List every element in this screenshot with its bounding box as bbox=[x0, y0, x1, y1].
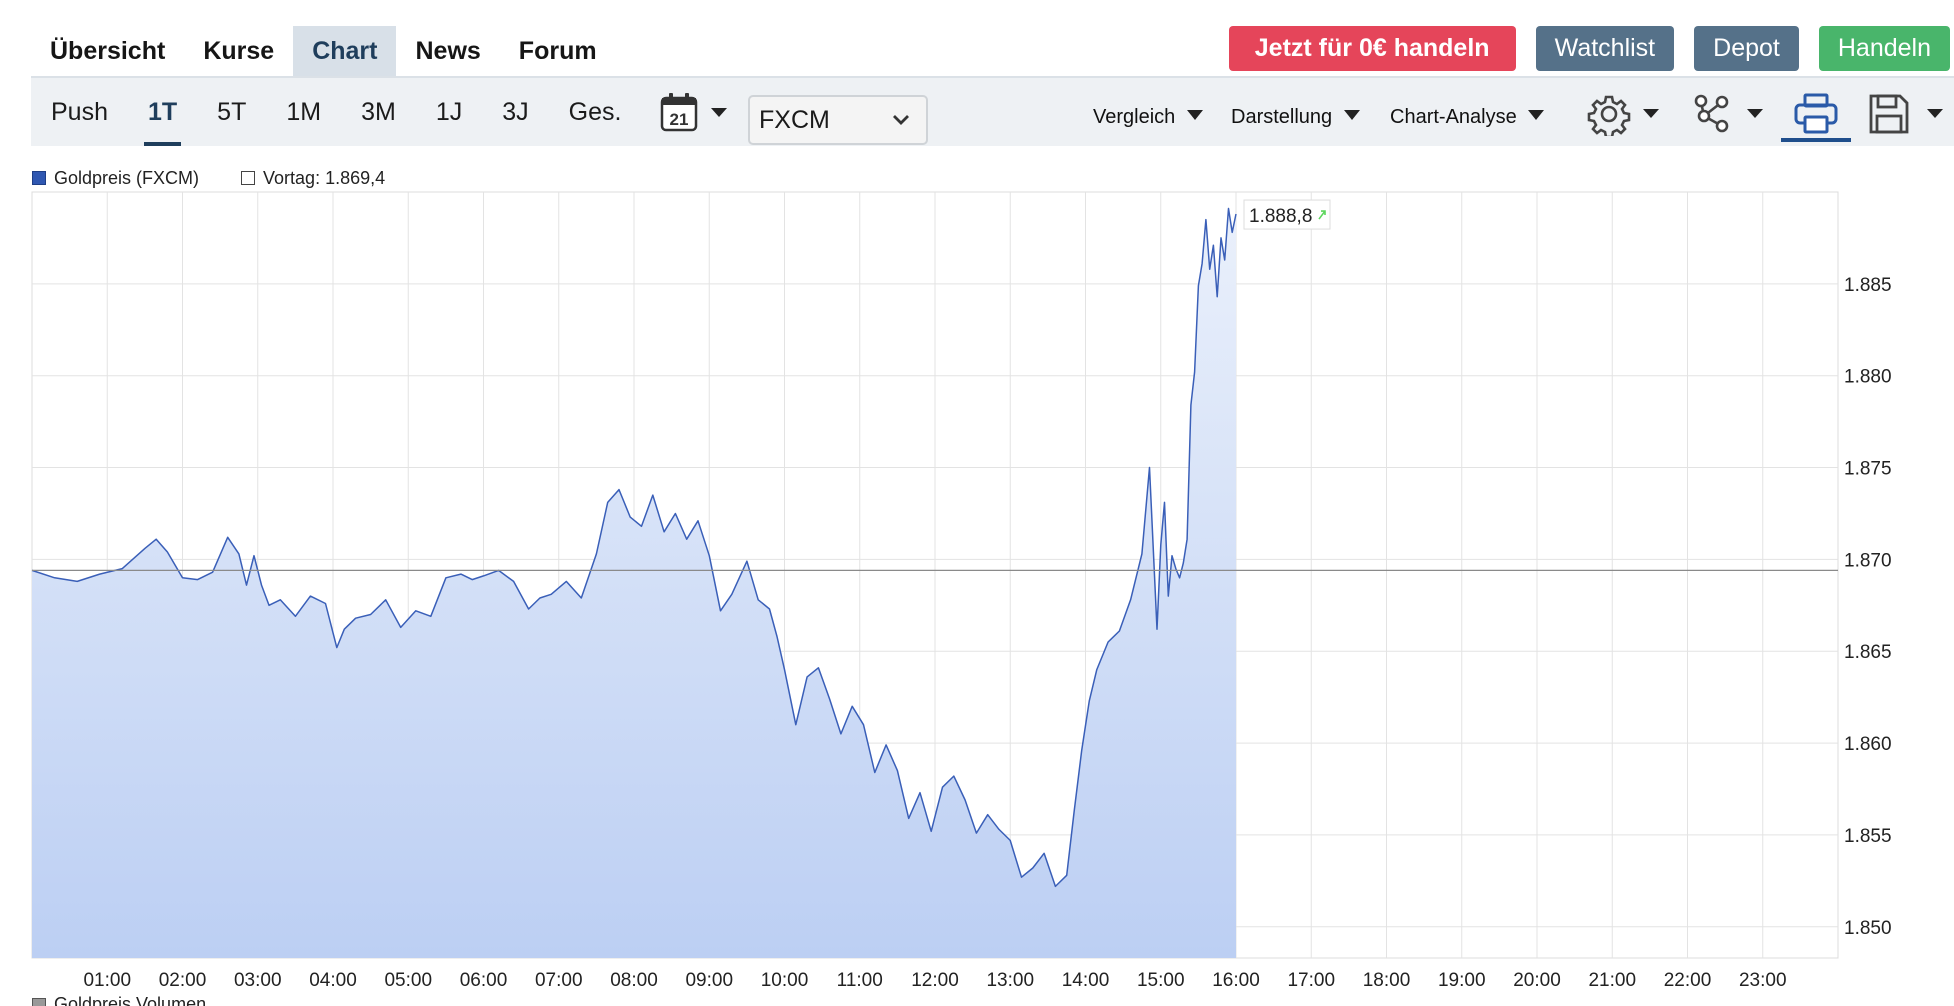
x-tick-label: 16:00 bbox=[1212, 970, 1260, 991]
x-tick-label: 10:00 bbox=[761, 970, 809, 991]
price-chart-svg: 1.850 1.855 1.860 1.865 1.870 1.875 1.880 1.885… bbox=[31, 191, 1892, 991]
x-tick-label: 08:00 bbox=[610, 970, 658, 991]
previous-close-legend: Vortag: 1.869,4 bbox=[241, 168, 385, 189]
exchange-select[interactable]: FXCM bbox=[748, 95, 928, 145]
x-tick-label: 06:00 bbox=[460, 970, 508, 991]
caret-down-icon bbox=[1927, 109, 1943, 118]
print-button[interactable] bbox=[1781, 86, 1851, 142]
series-legend-label: Goldpreis (FXCM) bbox=[54, 167, 200, 188]
y-tick-label: 1.875 bbox=[1844, 459, 1892, 480]
volume-legend-label: Goldpreis Volumen bbox=[54, 994, 207, 1006]
y-tick-label: 1.880 bbox=[1844, 367, 1892, 388]
y-tick-label: 1.865 bbox=[1844, 642, 1892, 663]
caret-down-icon bbox=[1528, 110, 1545, 120]
save-button[interactable] bbox=[1867, 86, 1947, 142]
chart-analyse-menu[interactable]: Chart-Analyse bbox=[1390, 102, 1545, 132]
y-tick-label: 1.885 bbox=[1844, 275, 1892, 296]
x-tick-label: 03:00 bbox=[234, 970, 282, 991]
range-1j[interactable]: 1J bbox=[416, 78, 482, 146]
range-1m[interactable]: 1M bbox=[266, 78, 341, 146]
calendar-day: 21 bbox=[670, 110, 689, 129]
x-tick-label: 01:00 bbox=[83, 970, 131, 991]
range-3j[interactable]: 3J bbox=[482, 78, 548, 146]
volume-swatch bbox=[32, 997, 46, 1006]
chart-analyse-label: Chart-Analyse bbox=[1390, 106, 1517, 128]
x-tick-label: 18:00 bbox=[1363, 970, 1411, 991]
chart-legend: Goldpreis (FXCM) Vortag: 1.869,4 bbox=[32, 166, 385, 190]
x-tick-label: 22:00 bbox=[1664, 970, 1712, 991]
print-icon bbox=[1794, 93, 1838, 134]
x-tick-label: 15:00 bbox=[1137, 970, 1185, 991]
range-tabs: Push 1T 5T 1M 3M 1J 3J Ges. bbox=[31, 78, 641, 146]
volume-legend: Goldpreis Volumen bbox=[32, 994, 206, 1006]
tab-news[interactable]: News bbox=[396, 26, 499, 77]
share-button[interactable] bbox=[1691, 86, 1767, 142]
chevron-down-icon bbox=[893, 115, 909, 125]
x-tick-label: 11:00 bbox=[837, 970, 883, 991]
caret-down-icon bbox=[1343, 110, 1360, 120]
date-picker-button[interactable]: 21 bbox=[659, 92, 731, 134]
x-tick-label: 21:00 bbox=[1588, 970, 1636, 991]
x-tick-label: 05:00 bbox=[384, 970, 432, 991]
x-tick-label: 23:00 bbox=[1739, 970, 1787, 991]
depot-button[interactable]: Depot bbox=[1694, 26, 1799, 71]
range-ges[interactable]: Ges. bbox=[549, 78, 642, 146]
caret-down-icon bbox=[1186, 110, 1203, 120]
series-swatch bbox=[32, 171, 46, 185]
tab-kurse[interactable]: Kurse bbox=[184, 26, 293, 77]
x-tick-label: 07:00 bbox=[535, 970, 583, 991]
watchlist-button[interactable]: Watchlist bbox=[1535, 26, 1675, 71]
vergleich-label: Vergleich bbox=[1093, 106, 1176, 128]
x-tick-label: 20:00 bbox=[1513, 970, 1561, 991]
trade-free-button[interactable]: Jetzt für 0€ handeln bbox=[1228, 26, 1516, 71]
main-nav: Übersicht Kurse Chart News Forum bbox=[31, 26, 616, 88]
y-tick-label: 1.860 bbox=[1844, 734, 1892, 755]
exchange-value: FXCM bbox=[759, 106, 830, 134]
range-5t[interactable]: 5T bbox=[197, 78, 266, 146]
settings-button[interactable] bbox=[1587, 86, 1663, 142]
tab-chart[interactable]: Chart bbox=[293, 26, 397, 88]
calendar-caret-icon bbox=[711, 108, 727, 117]
range-push[interactable]: Push bbox=[31, 78, 128, 146]
previous-close-swatch bbox=[241, 171, 256, 185]
price-chart[interactable]: 1.850 1.855 1.860 1.865 1.870 1.875 1.880 1.885… bbox=[0, 188, 1954, 1006]
last-value-label: 1.888,8 bbox=[1249, 206, 1312, 227]
darstellung-menu[interactable]: Darstellung bbox=[1231, 102, 1360, 132]
gear-icon bbox=[1587, 95, 1631, 136]
range-3m[interactable]: 3M bbox=[341, 78, 416, 146]
action-buttons: Jetzt für 0€ handeln Watchlist Depot Han… bbox=[1228, 26, 1950, 71]
previous-close-label: Vortag: 1.869,4 bbox=[263, 167, 386, 188]
y-tick-label: 1.870 bbox=[1844, 550, 1892, 571]
x-tick-label: 04:00 bbox=[309, 970, 357, 991]
share-nodes-icon bbox=[1694, 94, 1729, 133]
caret-down-icon bbox=[1747, 109, 1763, 118]
handeln-button[interactable]: Handeln bbox=[1818, 26, 1950, 71]
x-tick-label: 13:00 bbox=[986, 970, 1034, 991]
x-tick-label: 14:00 bbox=[1062, 970, 1110, 991]
range-1t[interactable]: 1T bbox=[128, 78, 197, 146]
darstellung-label: Darstellung bbox=[1231, 106, 1333, 128]
tab-uebersicht[interactable]: Übersicht bbox=[31, 26, 184, 77]
x-tick-label: 02:00 bbox=[159, 970, 207, 991]
vergleich-menu[interactable]: Vergleich bbox=[1093, 102, 1203, 132]
x-tick-label: 12:00 bbox=[911, 970, 959, 991]
calendar-icon: 21 bbox=[660, 93, 698, 132]
x-tick-label: 17:00 bbox=[1287, 970, 1335, 991]
x-tick-label: 19:00 bbox=[1438, 970, 1486, 991]
save-icon bbox=[1869, 94, 1909, 134]
chart-toolbar: Push 1T 5T 1M 3M 1J 3J Ges. 21 FXCM Verg… bbox=[31, 76, 1954, 146]
y-tick-label: 1.855 bbox=[1844, 826, 1892, 847]
y-tick-label: 1.850 bbox=[1844, 918, 1892, 939]
caret-down-icon bbox=[1643, 109, 1659, 118]
x-tick-label: 09:00 bbox=[685, 970, 733, 991]
tab-forum[interactable]: Forum bbox=[500, 26, 616, 77]
